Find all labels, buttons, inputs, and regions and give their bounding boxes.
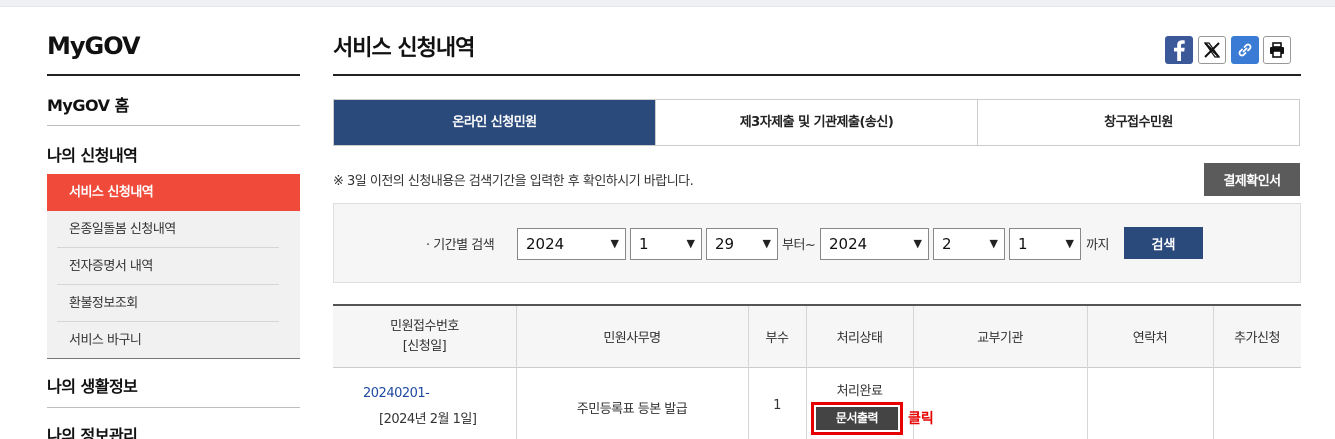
brand-title[interactable]: MyGOV (47, 32, 141, 60)
to-month-select[interactable]: 2 ▼ (933, 228, 1005, 260)
column-divider (1213, 306, 1214, 439)
to-month-value: 2 (942, 235, 952, 253)
copy-link-button[interactable] (1231, 36, 1259, 64)
tab-online-applications[interactable]: 온라인 신청민원 (334, 100, 655, 145)
sidebar-item-home[interactable]: MyGOV 홈 (47, 92, 300, 116)
sidebar-item-refund-info[interactable]: 환불정보조회 (47, 285, 300, 322)
search-panel: · 기간별 검색 2024 ▼ 1 ▼ 29 ▼ 부터~ 2024 ▼ 2 ▼ 1 ▼ 까지… (333, 203, 1301, 283)
column-divider (1087, 306, 1088, 439)
from-month-value: 1 (639, 235, 649, 253)
chevron-down-icon: ▼ (913, 237, 922, 250)
application-number-link[interactable]: 20240201- (363, 386, 430, 401)
header-label: 민원접수번호 (390, 318, 459, 334)
sidebar-section-info-management[interactable]: 나의 정보관리 (47, 422, 300, 439)
applications-table: 민원접수번호 [신청일] 민원사무명 부수 처리상태 교부기관 연락처 추가신청… (333, 304, 1301, 439)
header-cell-copies: 부수 (748, 306, 806, 368)
sidebar-item-label: 서비스 바구니 (69, 333, 142, 348)
brand-divider (47, 74, 300, 76)
click-annotation: 클릭 (908, 411, 934, 427)
link-icon (1238, 43, 1252, 57)
to-day-value: 1 (1018, 235, 1028, 253)
sidebar-item-care-applications[interactable]: 온종일돌봄 신청내역 (47, 211, 300, 248)
print-button-label: 문서출력 (816, 407, 898, 430)
notice-text: ※ 3일 이전의 신청내용은 검색기간을 입력한 후 확인하시기 바랍니다. (333, 174, 694, 189)
title-divider (333, 74, 1301, 76)
to-day-select[interactable]: 1 ▼ (1009, 228, 1081, 260)
chevron-down-icon: ▼ (610, 237, 619, 250)
from-day-select[interactable]: 29 ▼ (706, 228, 778, 260)
sidebar-item-label: 온종일돌봄 신청내역 (69, 222, 176, 237)
x-share-button[interactable] (1198, 36, 1226, 64)
sidebar-item-service-applications[interactable]: 서비스 신청내역 (47, 174, 300, 211)
sidebar-item-service-basket[interactable]: 서비스 바구니 (47, 322, 300, 359)
to-year-value: 2024 (829, 235, 868, 253)
from-word: 부터~ (782, 238, 816, 253)
sidebar-item-label: 전자증명서 내역 (69, 259, 153, 274)
search-button[interactable]: 검색 (1124, 227, 1203, 259)
tab-bar: 온라인 신청민원 제3자제출 및 기관제출(송신) 창구접수민원 (333, 99, 1300, 146)
payment-receipt-button[interactable]: 결제확인서 (1204, 163, 1300, 196)
search-label: · 기간별 검색 (426, 238, 495, 253)
status-badge: 처리완료 (836, 384, 883, 399)
from-year-value: 2024 (526, 235, 565, 253)
sidebar-item-label: 환불정보조회 (69, 296, 138, 311)
header-cell-contact: 연락처 (1087, 306, 1213, 368)
application-date: [2024년 2월 1일] (379, 412, 477, 427)
sidebar-divider (47, 125, 300, 126)
chevron-down-icon: ▼ (762, 237, 771, 250)
header-cell-number: 민원접수번호 [신청일] (333, 306, 516, 368)
document-print-button[interactable]: 문서출력 (811, 402, 903, 435)
search-label-text: 기간별 검색 (433, 238, 495, 253)
to-year-select[interactable]: 2024 ▼ (820, 228, 929, 260)
print-page-button[interactable] (1263, 36, 1291, 64)
column-divider (516, 306, 517, 439)
copies-value: 1 (773, 398, 781, 413)
sidebar: MyGOV MyGOV 홈 나의 신청내역 서비스 신청내역 온종일돌봄 신청내… (47, 0, 300, 439)
x-icon (1203, 42, 1221, 58)
facebook-share-button[interactable] (1165, 36, 1193, 64)
from-month-select[interactable]: 1 ▼ (630, 228, 702, 260)
service-name: 주민등록표 등본 발급 (576, 402, 688, 417)
from-day-value: 29 (715, 235, 735, 253)
facebook-icon (1174, 40, 1185, 61)
header-label: [신청일] (402, 338, 447, 354)
header-cell-name: 민원사무명 (516, 306, 748, 368)
chevron-down-icon: ▼ (989, 237, 998, 250)
to-word: 까지 (1086, 238, 1109, 253)
sidebar-item-label: 서비스 신청내역 (69, 185, 154, 200)
column-divider (748, 306, 749, 439)
sidebar-divider (47, 358, 300, 359)
chevron-down-icon: ▼ (1065, 237, 1074, 250)
header-cell-status: 처리상태 (806, 306, 913, 368)
sidebar-item-e-certificates[interactable]: 전자증명서 내역 (47, 248, 300, 285)
sidebar-submenu: 서비스 신청내역 온종일돌봄 신청내역 전자증명서 내역 환불정보조회 서비스 … (47, 174, 300, 358)
header-cell-issuer: 교부기관 (913, 306, 1087, 368)
column-divider (806, 306, 807, 439)
print-icon (1270, 42, 1284, 58)
sidebar-section-applications[interactable]: 나의 신청내역 (47, 142, 300, 166)
from-year-select[interactable]: 2024 ▼ (517, 228, 626, 260)
sidebar-section-life-info[interactable]: 나의 생활정보 (47, 373, 300, 397)
chevron-down-icon: ▼ (686, 237, 695, 250)
tab-third-party-submission[interactable]: 제3자제출 및 기관제출(송신) (655, 100, 977, 145)
header-cell-additional: 추가신청 (1213, 306, 1301, 368)
sidebar-divider (47, 407, 300, 408)
tab-counter-applications[interactable]: 창구접수민원 (977, 100, 1299, 145)
page-title: 서비스 신청내역 (333, 36, 475, 61)
